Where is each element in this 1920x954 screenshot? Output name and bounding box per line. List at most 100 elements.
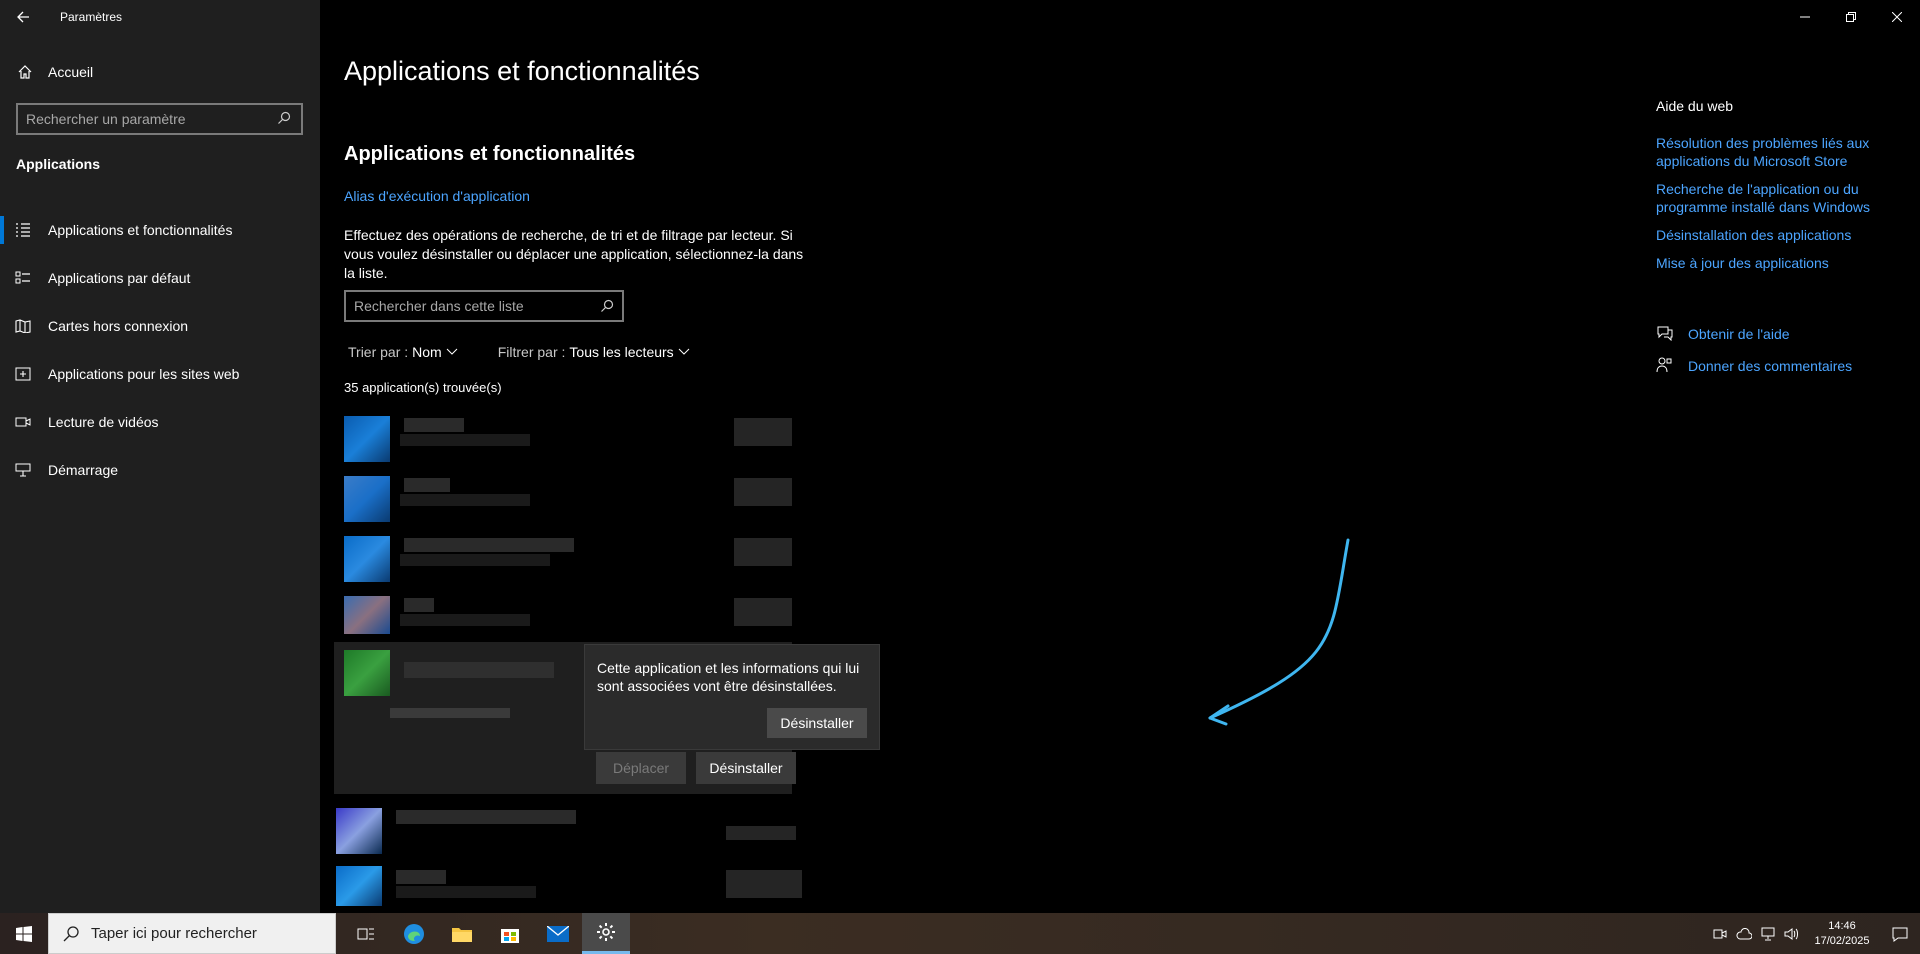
search-icon[interactable]	[600, 299, 614, 313]
volume-icon[interactable]	[1780, 927, 1804, 941]
blurred-text	[404, 418, 464, 432]
search-icon[interactable]	[277, 111, 293, 127]
network-icon[interactable]	[1756, 927, 1780, 941]
start-button[interactable]	[0, 913, 48, 954]
blurred-text	[400, 434, 530, 446]
feedback-label: Donner des commentaires	[1688, 358, 1853, 374]
file-explorer-button[interactable]	[438, 913, 486, 954]
sidebar-item-default-apps[interactable]: Applications par défaut	[0, 254, 320, 302]
settings-search[interactable]	[16, 103, 303, 135]
sidebar-item-offline-maps[interactable]: Cartes hors connexion	[0, 302, 320, 350]
clock[interactable]: 14:46 17/02/2025	[1804, 919, 1880, 949]
clock-time: 14:46	[1828, 919, 1856, 932]
list-item[interactable]	[336, 866, 802, 912]
filter-dropdown[interactable]: Filtrer par : Tous les lecteurs	[498, 344, 690, 360]
sort-label: Trier par :	[348, 344, 409, 360]
sidebar-item-label: Applications pour les sites web	[48, 366, 240, 382]
uninstall-button[interactable]: Désinstaller	[696, 752, 796, 784]
close-button[interactable]	[1874, 0, 1920, 34]
page-title: Applications et fonctionnalités	[344, 56, 700, 86]
windows-logo-icon	[16, 925, 32, 942]
taskbar-search-placeholder: Taper ici pour rechercher	[91, 925, 257, 942]
store-icon	[501, 928, 519, 943]
uninstall-confirm-flyout: Cette application et les informations qu…	[584, 644, 880, 750]
get-help-link[interactable]: Obtenir de l'aide	[1656, 318, 1852, 350]
section-heading: Applications et fonctionnalités	[344, 143, 636, 165]
chevron-down-icon	[446, 348, 458, 355]
app-icon	[344, 536, 390, 582]
app-icon	[344, 650, 390, 696]
taskbar-apps	[342, 913, 630, 954]
help-link-find-app[interactable]: Recherche de l'application ou du program…	[1656, 180, 1896, 216]
get-help-label: Obtenir de l'aide	[1688, 326, 1790, 342]
help-link-store-troubleshoot[interactable]: Résolution des problèmes liés aux applic…	[1656, 134, 1896, 170]
blurred-text	[404, 598, 434, 612]
feedback-icon	[1656, 357, 1688, 376]
confirm-uninstall-button[interactable]: Désinstaller	[767, 708, 867, 738]
store-button[interactable]	[486, 913, 534, 954]
chat-help-icon	[1656, 325, 1688, 344]
task-view-button[interactable]	[342, 913, 390, 954]
startup-icon	[0, 463, 46, 477]
list-item[interactable]	[336, 808, 796, 854]
meet-now-icon[interactable]	[1708, 927, 1732, 941]
back-arrow-icon	[17, 11, 29, 23]
sidebar-item-apps-features[interactable]: Applications et fonctionnalités	[0, 206, 320, 254]
app-count: 35 application(s) trouvée(s)	[344, 380, 502, 395]
home-label: Accueil	[48, 64, 94, 80]
clock-date: 17/02/2025	[1814, 934, 1870, 947]
app-execution-alias-link[interactable]: Alias d'exécution d'application	[344, 188, 530, 204]
task-view-icon	[357, 928, 374, 939]
blurred-size	[726, 870, 802, 898]
taskbar: Taper ici pour rechercher 14:46 17/02/20…	[0, 913, 1920, 954]
list-item[interactable]	[344, 416, 794, 462]
settings-search-input[interactable]	[26, 111, 277, 127]
help-link-uninstall[interactable]: Désinstallation des applications	[1656, 226, 1896, 244]
list-item[interactable]	[344, 596, 794, 642]
move-button[interactable]: Déplacer	[596, 752, 686, 784]
gear-icon	[597, 923, 615, 941]
app-icon	[344, 416, 390, 462]
sidebar-item-web-apps[interactable]: Applications pour les sites web	[0, 350, 320, 398]
app-list-search[interactable]	[344, 290, 624, 322]
edge-button[interactable]	[390, 913, 438, 954]
minimize-button[interactable]	[1782, 0, 1828, 34]
list-item[interactable]	[344, 476, 794, 522]
sidebar-item-home[interactable]: Accueil	[0, 56, 320, 88]
web-apps-icon	[0, 367, 46, 381]
give-feedback-link[interactable]: Donner des commentaires	[1656, 350, 1852, 382]
mail-button[interactable]	[534, 913, 582, 954]
blurred-size	[726, 826, 796, 840]
search-icon	[63, 925, 79, 941]
sidebar-nav: Applications et fonctionnalités Applicat…	[0, 206, 320, 494]
app-list-search-input[interactable]	[354, 298, 600, 314]
sidebar-item-label: Cartes hors connexion	[48, 318, 189, 334]
sidebar-item-video-playback[interactable]: Lecture de vidéos	[0, 398, 320, 446]
sort-value: Nom	[412, 344, 442, 360]
taskbar-search[interactable]: Taper ici pour rechercher	[48, 913, 336, 954]
blurred-text	[404, 662, 554, 678]
blurred-text	[404, 478, 450, 492]
annotation-arrow-icon	[1208, 538, 1350, 726]
sidebar-item-label: Applications et fonctionnalités	[48, 222, 233, 238]
default-apps-icon	[0, 271, 46, 285]
help-link-update[interactable]: Mise à jour des applications	[1656, 254, 1896, 272]
sidebar-item-label: Lecture de vidéos	[48, 414, 159, 430]
app-icon	[344, 476, 390, 522]
close-icon	[1892, 12, 1902, 22]
cloud-icon[interactable]	[1732, 927, 1756, 940]
blurred-text	[400, 554, 550, 566]
blurred-size	[734, 418, 792, 446]
minimize-icon	[1800, 16, 1810, 18]
help-title: Aide du web	[1656, 98, 1734, 114]
sidebar-item-startup[interactable]: Démarrage	[0, 446, 320, 494]
restore-button[interactable]	[1828, 0, 1874, 34]
sort-dropdown[interactable]: Trier par : Nom	[348, 344, 458, 360]
back-button[interactable]	[0, 0, 46, 34]
home-icon	[0, 64, 50, 80]
settings-button[interactable]	[582, 913, 630, 954]
notification-icon[interactable]	[1880, 926, 1920, 942]
list-item[interactable]	[344, 536, 794, 582]
app-icon	[336, 808, 382, 854]
app-icon	[344, 596, 390, 634]
